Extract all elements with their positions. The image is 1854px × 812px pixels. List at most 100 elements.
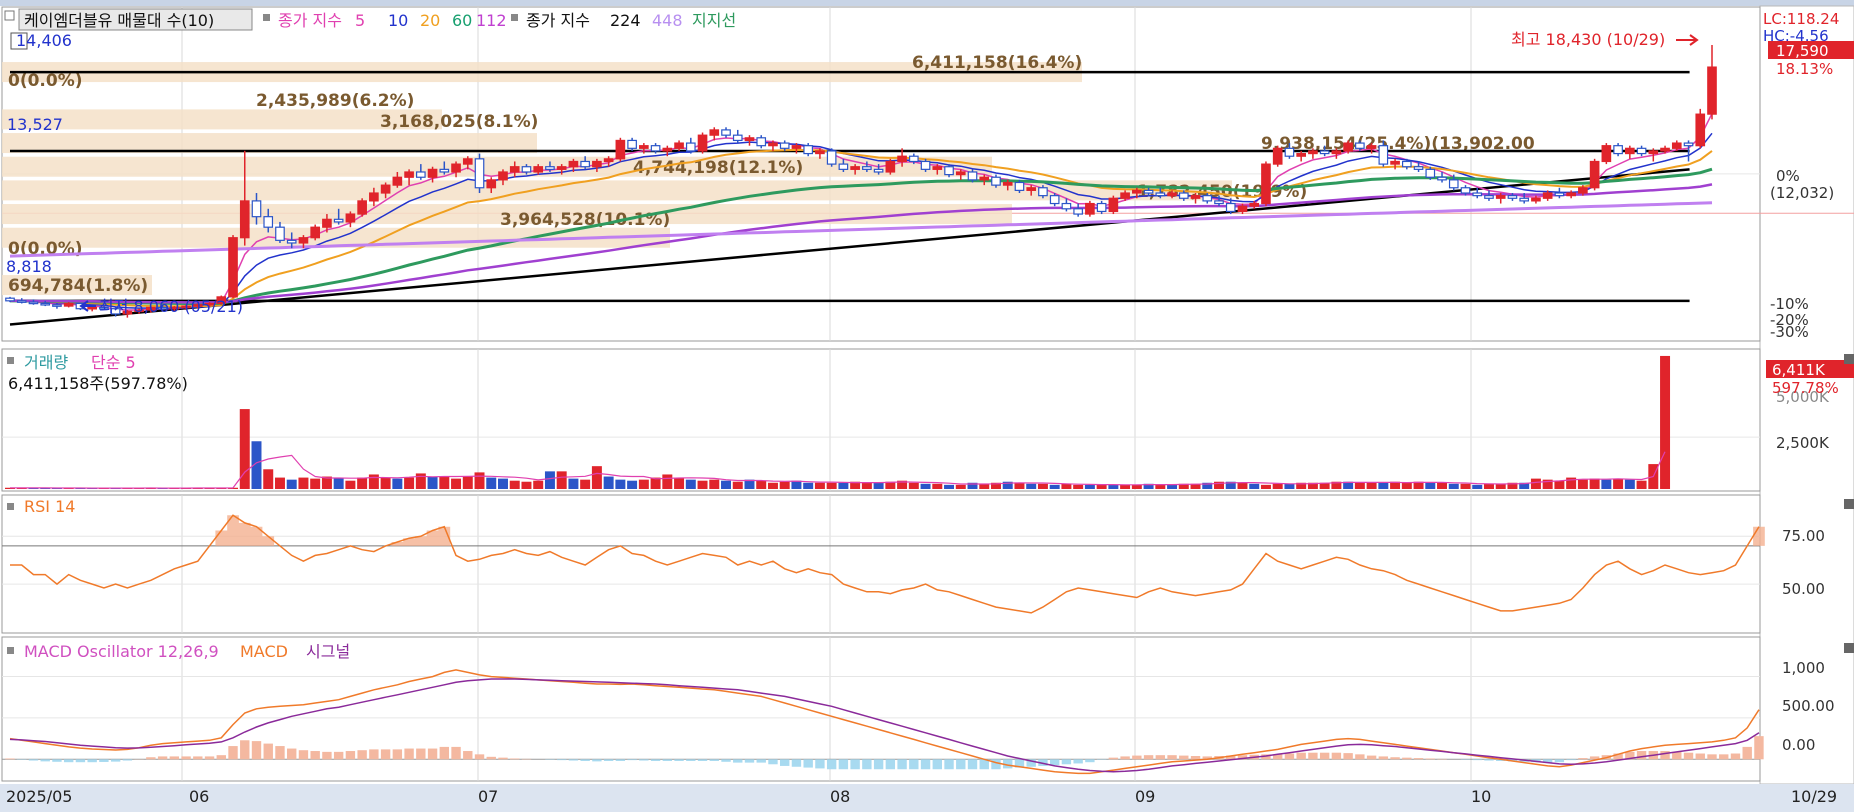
volume-current: 6,411K [1772,361,1826,379]
volume-bar [298,477,309,489]
volume-bar [568,478,579,489]
candle-body [639,145,649,149]
volume-bar [1577,479,1588,489]
profile-bar [2,109,442,130]
macd-oscillator-bar [193,756,203,760]
profile-label: 4,744,198(12.1%) [633,158,803,178]
top-bar [0,0,1854,6]
volume-bar [533,480,544,489]
volume-bar [1026,483,1037,489]
panel-toggle-icon[interactable] [7,647,14,654]
x-axis-last-date: 10/29 [1791,787,1837,806]
candle-body [873,168,884,173]
candle-body [662,147,673,152]
macd-oscillator-bar [944,759,954,770]
volume-bar [1260,484,1271,489]
close-icon[interactable] [1844,499,1854,509]
macd-oscillator-bar [791,759,802,767]
volume-bar [380,477,391,489]
macd-oscillator-bar [1413,758,1424,760]
profile-label: 3,168,025(8.1%) [380,112,538,132]
volume-bar [861,482,872,489]
macd-oscillator-bar [580,759,590,761]
volume-bar [1249,483,1260,489]
candle-body [416,171,426,178]
candle-body [885,160,896,173]
macd-oscillator-bar [392,749,403,760]
volume-bar [662,474,673,489]
volume-bar [803,482,814,489]
macd-oscillator-bar [1061,759,1072,765]
volume-bar [697,480,708,489]
volume-bar [721,480,732,489]
macd-oscillator-bar [1355,754,1365,760]
panel-toggle-icon[interactable] [7,503,14,510]
candle-body [1531,197,1541,202]
legend-ma20: 20 [420,11,440,30]
macd-oscillator-bar [251,741,262,760]
candle-body [404,171,414,178]
volume-bar [1425,482,1436,489]
close-icon[interactable] [1844,643,1854,653]
volume-bar [580,479,591,489]
macd-oscillator-bar [287,748,297,760]
macd-oscillator-bar [709,759,719,761]
macd-tick: 0.00 [1782,736,1815,754]
macd-oscillator-bar [1472,759,1482,761]
volume-bar [333,477,344,489]
value-13527: 13,527 [7,115,63,134]
candle-body [791,145,802,149]
panel-title: 케이엠더블유 매물대 수(10) [24,11,214,30]
volume-bar [791,480,802,489]
volume-bar [615,479,626,489]
volume-bar [1120,484,1131,489]
panel-toggle-icon[interactable] [4,10,15,21]
candle-body [1155,192,1166,197]
macd-oscillator-bar [1179,755,1189,760]
candle-body [650,145,661,152]
macd-oscillator-bar [1402,757,1412,760]
macd-oscillator-bar [1636,751,1647,760]
candle-body [286,239,297,244]
candle-body [427,168,438,178]
candle-body [1296,152,1306,157]
macd-oscillator-bar [721,759,731,762]
volume-bar [1483,483,1494,489]
candle-body [1167,192,1177,197]
macd-oscillator-bar [181,756,191,760]
macd-oscillator-bar [686,759,696,761]
candle-body [685,142,696,152]
volume-bar [462,476,473,489]
volume-bar [1108,484,1119,489]
macd-oscillator-bar [780,759,790,766]
macd-oscillator-bar [298,750,309,760]
macd-oscillator-bar [826,759,837,770]
macd-oscillator-bar [451,746,461,760]
macd-oscillator-bar [240,740,250,760]
macd-oscillator-bar [1308,752,1318,760]
candle-body [768,142,778,147]
volume-bar [873,482,884,489]
legend-ma2-prefix: 종가 지수 [526,11,590,30]
panel-toggle-icon[interactable] [7,357,14,364]
candle-body [498,171,508,181]
candle-body [756,137,767,147]
volume-bar [1284,483,1295,489]
volume-bar [1167,484,1178,489]
candle-body [897,155,907,163]
zero-value: (12,032) [1770,184,1834,202]
macd-oscillator-bar [333,751,344,760]
macd-oscillator-bar [862,759,872,770]
candle-body [486,179,497,189]
candle-body [1437,176,1447,181]
candle-body [744,137,755,142]
candle-body [803,145,814,155]
volume-bar [1530,478,1541,489]
legend-bullet [511,14,518,21]
macd-oscillator-bar [674,759,684,761]
volume-bar [814,482,825,489]
candle-body [1002,181,1013,186]
close-icon[interactable] [1844,354,1854,364]
macd-oscillator-bar [991,759,1001,770]
macd-oscillator-bar [310,751,320,760]
